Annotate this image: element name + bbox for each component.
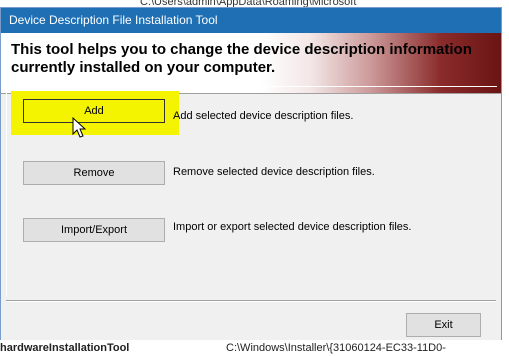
background-app-name: hardwareInstallationTool: [0, 342, 130, 354]
add-button[interactable]: Add: [23, 99, 165, 123]
remove-button[interactable]: Remove: [23, 161, 165, 185]
title-bar[interactable]: Device Description File Installation Too…: [1, 8, 501, 33]
import-export-button[interactable]: Import/Export: [23, 218, 165, 242]
banner-heading: This tool helps you to change the device…: [11, 41, 472, 76]
header-banner: This tool helps you to change the device…: [1, 33, 501, 94]
import-export-description: Import or export selected device descrip…: [173, 221, 412, 233]
exit-button[interactable]: Exit: [406, 313, 481, 337]
background-window-bottom: hardwareInstallationTool C:\Windows\Inst…: [0, 340, 509, 356]
background-installer-path: C:\Windows\Installer\{31060124-EC33-11D0…: [226, 342, 446, 354]
remove-description: Remove selected device description files…: [173, 166, 375, 178]
window-title: Device Description File Installation Too…: [9, 13, 218, 27]
mouse-pointer-icon: [72, 117, 86, 138]
footer-separator: [6, 300, 496, 302]
add-description: Add selected device description files.: [173, 110, 354, 122]
